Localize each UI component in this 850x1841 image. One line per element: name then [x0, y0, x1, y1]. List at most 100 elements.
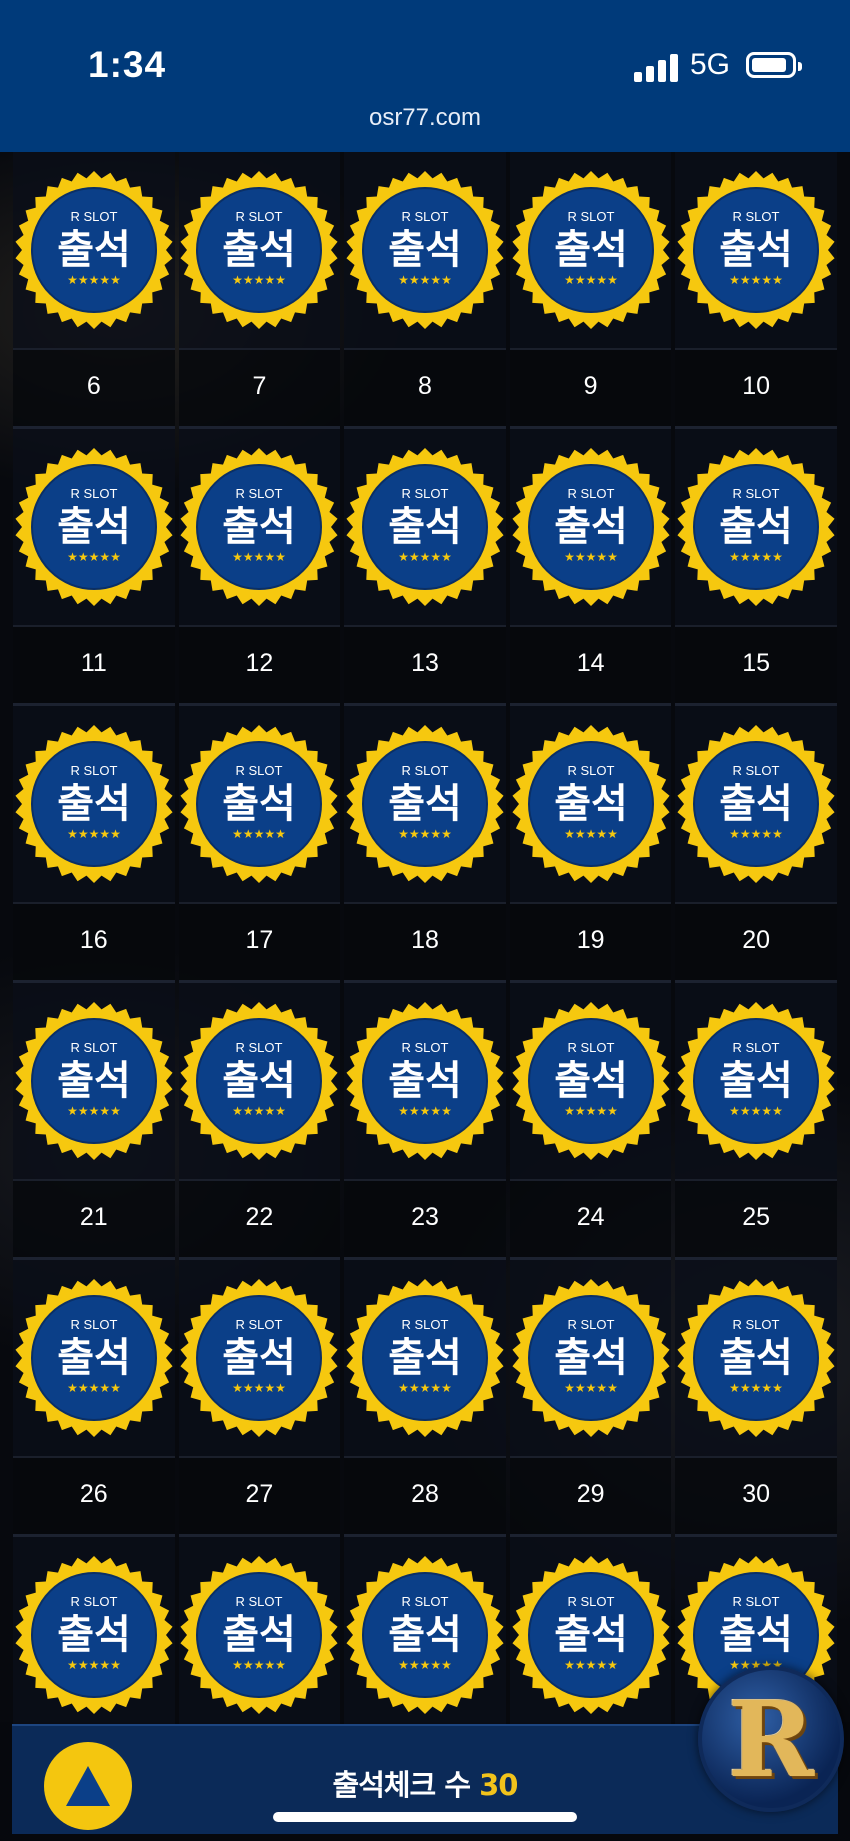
badge-brand: R SLOT [70, 1040, 117, 1055]
attendance-day-cell[interactable]: R SLOT 출석 ★★★★★ [344, 429, 506, 627]
day-number: 22 [245, 1203, 274, 1231]
attendance-day-cell[interactable]: R SLOT 출석 ★★★★★ [509, 983, 672, 1181]
day-number: 29 [576, 1480, 605, 1508]
badge-brand: R SLOT [567, 486, 614, 501]
day-number: 10 [742, 372, 771, 400]
attendance-day-cell[interactable]: R SLOT 출석 ★★★★★ [675, 706, 837, 904]
attendance-stamp-icon: R SLOT 출석 ★★★★★ [14, 1555, 174, 1715]
attendance-stamp-icon: R SLOT 출석 ★★★★★ [179, 447, 339, 607]
day-number: 6 [86, 372, 101, 400]
attendance-stamp-icon: R SLOT 출석 ★★★★★ [676, 1001, 836, 1161]
badge-label: 출석 [719, 504, 793, 550]
attendance-day-cell[interactable]: R SLOT 출석 ★★★★★ [509, 1537, 672, 1735]
badge-label: 출석 [554, 781, 628, 827]
address-bar-url[interactable]: osr77.com [0, 104, 850, 132]
attendance-day-cell[interactable]: R SLOT 출석 ★★★★★ [675, 983, 837, 1181]
day-label-cell: 7 [178, 350, 341, 429]
attendance-day-cell[interactable]: R SLOT 출석 ★★★★★ [178, 152, 341, 350]
badge-stars: ★★★★★ [67, 550, 121, 564]
attendance-day-cell[interactable]: R SLOT 출석 ★★★★★ [13, 706, 175, 904]
badge-brand: R SLOT [70, 1317, 117, 1332]
attendance-stamp-icon: R SLOT 출석 ★★★★★ [345, 447, 505, 607]
badge-stars: ★★★★★ [564, 1104, 618, 1118]
attendance-day-cell[interactable]: R SLOT 출석 ★★★★★ [13, 429, 175, 627]
badge-stars: ★★★★★ [398, 1381, 452, 1395]
badge-stars: ★★★★★ [398, 1104, 452, 1118]
badge-stars: ★★★★★ [67, 827, 121, 841]
attendance-day-cell[interactable]: R SLOT 출석 ★★★★★ [509, 152, 672, 350]
badge-stars: ★★★★★ [67, 1381, 121, 1395]
attendance-day-cell[interactable]: R SLOT 출석 ★★★★★ [13, 983, 175, 1181]
battery-icon [746, 52, 802, 78]
badge-label: 출석 [223, 1058, 297, 1104]
attendance-day-cell[interactable]: R SLOT 출석 ★★★★★ [509, 429, 672, 627]
attendance-day-cell[interactable]: R SLOT 출석 ★★★★★ [13, 1537, 175, 1735]
day-number: 15 [742, 649, 771, 677]
attendance-day-cell[interactable]: R SLOT 출석 ★★★★★ [178, 429, 341, 627]
day-number: 26 [79, 1480, 108, 1508]
badge-brand: R SLOT [567, 209, 614, 224]
badge-label: 출석 [57, 781, 131, 827]
badge-label: 출석 [57, 1612, 131, 1658]
badge-label: 출석 [388, 1335, 462, 1381]
day-label-cell: 11 [13, 627, 175, 706]
badge-brand: R SLOT [402, 1594, 449, 1609]
badge-brand: R SLOT [733, 209, 780, 224]
day-number: 12 [245, 649, 274, 677]
badge-stars: ★★★★★ [564, 827, 618, 841]
attendance-day-cell[interactable]: R SLOT 출석 ★★★★★ [344, 1260, 506, 1458]
badge-brand: R SLOT [236, 486, 283, 501]
day-label-cell: 29 [509, 1458, 672, 1537]
badge-label: 출석 [57, 227, 131, 273]
day-label-cell: 20 [675, 904, 837, 983]
day-number: 20 [742, 926, 771, 954]
attendance-day-cell[interactable]: R SLOT 출석 ★★★★★ [178, 1260, 341, 1458]
attendance-day-cell[interactable]: R SLOT 출석 ★★★★★ [675, 1260, 837, 1458]
attendance-stamp-icon: R SLOT 출석 ★★★★★ [345, 724, 505, 884]
badge-brand: R SLOT [402, 209, 449, 224]
badge-stars: ★★★★★ [564, 550, 618, 564]
attendance-day-cell[interactable]: R SLOT 출석 ★★★★★ [344, 152, 506, 350]
attendance-stamp-icon: R SLOT 출석 ★★★★★ [511, 170, 671, 330]
attendance-day-cell[interactable]: R SLOT 출석 ★★★★★ [13, 152, 175, 350]
badge-brand: R SLOT [733, 486, 780, 501]
attendance-day-cell[interactable]: R SLOT 출석 ★★★★★ [344, 983, 506, 1181]
attendance-day-cell[interactable]: R SLOT 출석 ★★★★★ [344, 706, 506, 904]
attendance-stamp-icon: R SLOT 출석 ★★★★★ [14, 447, 174, 607]
badge-stars: ★★★★★ [232, 1104, 286, 1118]
attendance-day-cell[interactable]: R SLOT 출석 ★★★★★ [178, 1537, 341, 1735]
badge-stars: ★★★★★ [564, 273, 618, 287]
badge-label: 출석 [223, 1612, 297, 1658]
day-number: 11 [80, 649, 107, 677]
attendance-count-value: 30 [479, 1768, 518, 1802]
badge-label: 출석 [554, 504, 628, 550]
badge-brand: R SLOT [236, 763, 283, 778]
attendance-day-cell[interactable]: R SLOT 출석 ★★★★★ [13, 1260, 175, 1458]
attendance-day-cell[interactable]: R SLOT 출석 ★★★★★ [178, 706, 341, 904]
badge-label: 출석 [388, 227, 462, 273]
badge-brand: R SLOT [402, 763, 449, 778]
attendance-day-cell[interactable]: R SLOT 출석 ★★★★★ [675, 152, 837, 350]
badge-brand: R SLOT [70, 209, 117, 224]
badge-brand: R SLOT [567, 1594, 614, 1609]
attendance-day-cell[interactable]: R SLOT 출석 ★★★★★ [178, 983, 341, 1181]
badge-label: 출석 [554, 227, 628, 273]
home-indicator [273, 1812, 577, 1822]
attendance-stamp-icon: R SLOT 출석 ★★★★★ [179, 1001, 339, 1161]
attendance-day-cell[interactable]: R SLOT 출석 ★★★★★ [675, 429, 837, 627]
day-label-cell: 17 [178, 904, 341, 983]
day-label-cell: 27 [178, 1458, 341, 1537]
r-slot-logo[interactable]: R [698, 1666, 844, 1812]
attendance-day-cell[interactable]: R SLOT 출석 ★★★★★ [344, 1537, 506, 1735]
badge-stars: ★★★★★ [398, 1658, 452, 1672]
attendance-stamp-icon: R SLOT 출석 ★★★★★ [511, 1001, 671, 1161]
attendance-stamp-icon: R SLOT 출석 ★★★★★ [14, 170, 174, 330]
attendance-day-cell[interactable]: R SLOT 출석 ★★★★★ [509, 706, 672, 904]
clock: 1:34 [88, 44, 167, 85]
attendance-stamp-icon: R SLOT 출석 ★★★★★ [345, 1555, 505, 1715]
logo-letter: R [727, 1678, 815, 1801]
day-number: 28 [411, 1480, 439, 1508]
attendance-day-cell[interactable]: R SLOT 출석 ★★★★★ [509, 1260, 672, 1458]
day-label-cell: 30 [675, 1458, 837, 1537]
attendance-stamp-icon: R SLOT 출석 ★★★★★ [511, 724, 671, 884]
